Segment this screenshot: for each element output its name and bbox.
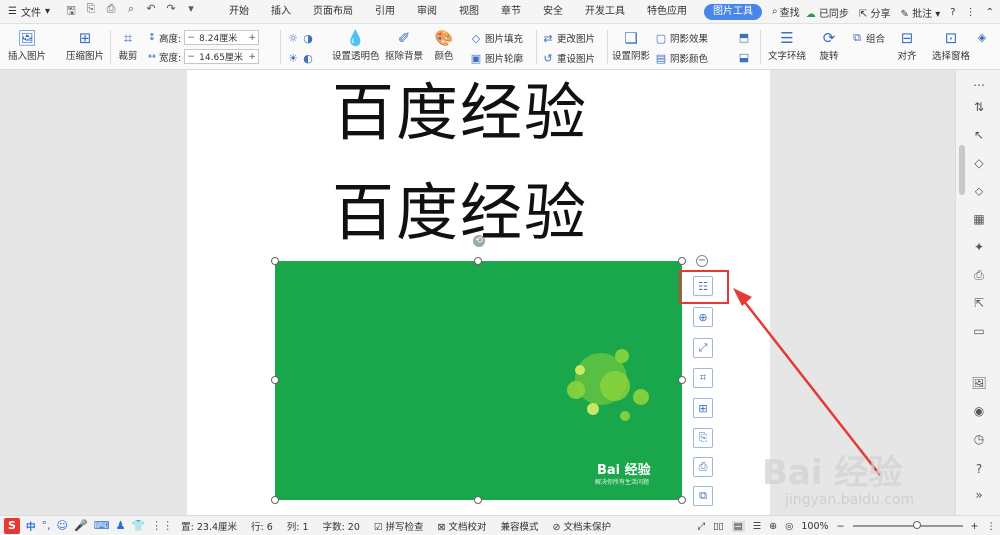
microphone-icon[interactable]: 🎤 <box>74 519 88 532</box>
ime-menu-icon[interactable]: ⋮⋮ <box>151 519 173 532</box>
ime-mode[interactable]: 中 <box>26 519 36 533</box>
sidebar-fill-icon[interactable]: ⬦ <box>970 184 988 202</box>
sidebar-history-icon[interactable]: ◷ <box>970 432 988 450</box>
zoom-level[interactable]: 100% <box>801 521 828 532</box>
sidebar-compass-icon[interactable]: ◉ <box>970 404 988 422</box>
status-line: 行: 6 <box>251 521 273 533</box>
sidebar-image-search-icon[interactable]: ⎙ <box>970 268 988 286</box>
eye-protection-icon[interactable]: ◎ <box>785 521 793 532</box>
ime-toolbar: S 中 °, ☺ 🎤 ⌨ ♟ 👕 ⋮⋮ <box>0 517 173 534</box>
sidebar-format-icon[interactable]: ⇅ <box>970 100 988 118</box>
sidebar-select-icon[interactable]: ↖ <box>970 128 988 146</box>
sidebar-more-icon[interactable]: ⋯ <box>970 78 988 96</box>
status-bar: S 中 °, ☺ 🎤 ⌨ ♟ 👕 ⋮⋮ 置: 23.4厘米 行: 6 列: 1 … <box>0 515 1000 535</box>
fullscreen-icon[interactable]: ⤢ <box>698 521 706 532</box>
keyboard-icon[interactable]: ⌨ <box>94 519 110 532</box>
zoom-slider[interactable] <box>852 521 963 529</box>
proofread-button[interactable]: ⊠ 文档校对 <box>437 519 486 533</box>
vertical-scrollbar[interactable] <box>959 145 965 195</box>
page-view-icon[interactable]: ▤ <box>731 520 745 532</box>
sidebar-help-icon[interactable]: ? <box>970 462 988 480</box>
sidebar-shapes-icon[interactable]: ◇ <box>970 156 988 174</box>
outline-view-icon[interactable]: ☰ <box>753 521 762 532</box>
status-position: 置: 23.4厘米 <box>181 521 238 533</box>
sogou-ime-icon[interactable]: S <box>4 517 20 534</box>
compatibility-mode[interactable]: 兼容模式 <box>500 519 538 533</box>
sidebar-magic-icon[interactable]: ✦ <box>970 240 988 258</box>
user-icon[interactable]: ♟ <box>116 519 126 532</box>
proofread-icon: ⊠ <box>437 521 446 533</box>
status-word-count[interactable]: 字数: 20 <box>323 519 360 533</box>
watermark-logo: Bai 经验 <box>762 453 903 493</box>
sidebar-collapse-icon[interactable]: » <box>970 488 988 506</box>
sidebar-archive-icon[interactable]: ▭ <box>970 324 988 342</box>
emoji-icon[interactable]: ☺ <box>57 519 68 532</box>
spell-check-button[interactable]: ☑ 拼写检查 <box>374 519 424 533</box>
reading-view-icon[interactable]: ▯▯ <box>713 521 723 532</box>
watermark-url: jingyan.baidu.com <box>785 492 915 508</box>
skin-icon[interactable]: 👕 <box>131 519 145 532</box>
sidebar-picture-icon[interactable]: 🖼 <box>970 376 988 394</box>
web-view-icon[interactable]: ⊕ <box>769 521 777 532</box>
sidebar-share-icon[interactable]: ⇱ <box>970 296 988 314</box>
document-protection-button[interactable]: ⊘ 文档未保护 <box>552 519 611 533</box>
punctuation-icon[interactable]: °, <box>42 519 51 532</box>
statusbar-more-icon[interactable]: ⋮ <box>987 521 997 532</box>
zoom-slider-knob[interactable] <box>912 521 921 529</box>
zoom-out-button[interactable]: − <box>837 521 845 532</box>
zoom-in-button[interactable]: + <box>971 521 979 532</box>
protect-icon: ⊘ <box>552 521 561 533</box>
status-column: 列: 1 <box>286 521 309 533</box>
spell-check-icon: ☑ <box>373 521 383 533</box>
view-controls: ⤢ ▯▯ ▤ ☰ ⊕ ◎ 100% − + ⋮ <box>698 516 996 535</box>
sidebar-table-icon[interactable]: ▦ <box>970 212 988 230</box>
status-items: 置: 23.4厘米 行: 6 列: 1 字数: 20 ☑ 拼写检查 ⊠ 文档校对… <box>181 519 611 533</box>
right-sidebar: ⋯ ⇅ ↖ ◇ ⬦ ▦ ✦ ⎙ ⇱ ▭ 🖼 ◉ ◷ ? » <box>955 70 1000 515</box>
